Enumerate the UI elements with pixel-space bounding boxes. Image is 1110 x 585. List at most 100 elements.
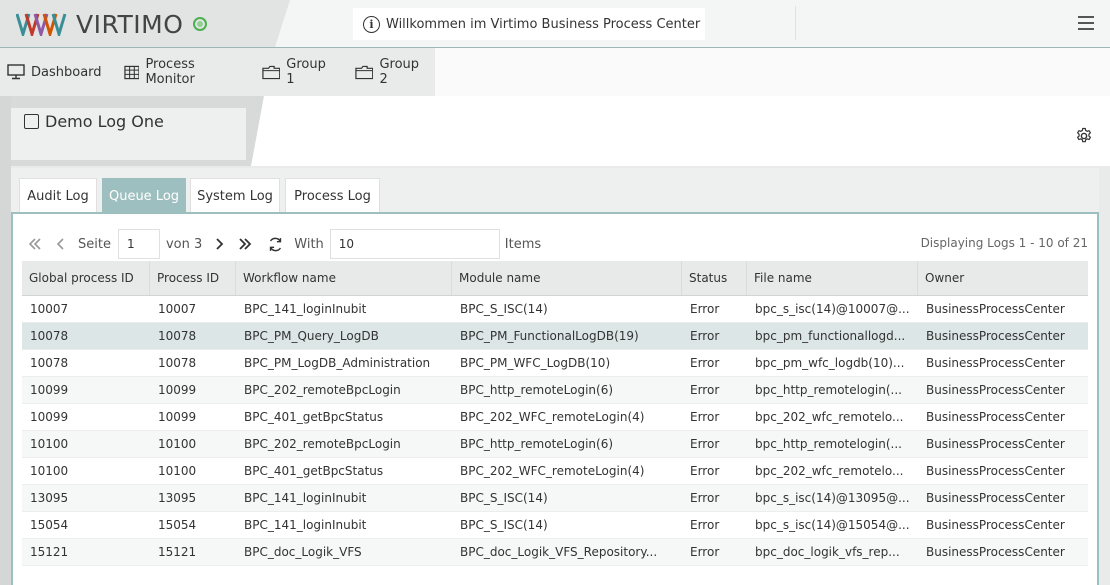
info-icon: i bbox=[363, 15, 380, 33]
column-header[interactable]: File name bbox=[747, 261, 918, 295]
owner-cell: BusinessProcessCenter bbox=[926, 518, 1065, 532]
status-cell: Error bbox=[690, 302, 720, 316]
tab-process-log[interactable]: Process Log bbox=[285, 178, 380, 214]
double-chevron-left-icon bbox=[28, 238, 41, 250]
table-row[interactable]: 10100 10100 BPC_401_getBpcStatus BPC_202_WF… bbox=[22, 458, 1088, 485]
file-name-cell: bpc_s_isc(14)@15054@... bbox=[755, 518, 910, 532]
status-cell: Error bbox=[690, 464, 720, 478]
double-chevron-right-icon bbox=[239, 238, 252, 250]
module-name-cell: BPC_PM_FunctionalLogDB(19) bbox=[460, 329, 639, 343]
owner-cell: BusinessProcessCenter bbox=[926, 383, 1065, 397]
file-name-cell: bpc_pm_wfc_logdb(10)... bbox=[755, 356, 905, 370]
table-row[interactable]: 10100 10100 BPC_202_remoteBpcLogin BPC_http… bbox=[22, 431, 1088, 458]
file-name-cell: bpc_s_isc(14)@10007@... bbox=[755, 302, 910, 316]
module-name-cell: BPC_S_ISC(14) bbox=[460, 491, 548, 505]
column-header[interactable]: Owner bbox=[918, 261, 1088, 295]
owner-cell: BusinessProcessCenter bbox=[926, 302, 1065, 316]
owner-cell: BusinessProcessCenter bbox=[926, 329, 1065, 343]
workflow-name-cell: BPC_202_remoteBpcLogin bbox=[244, 437, 401, 451]
next-page-button[interactable] bbox=[206, 231, 232, 257]
title-bar bbox=[245, 96, 1110, 166]
table-row[interactable]: 13095 13095 BPC_141_loginInubit BPC_S_ISC(1… bbox=[22, 485, 1088, 512]
items-per-page-input[interactable] bbox=[329, 229, 500, 259]
table-row[interactable]: 15054 15054 BPC_141_loginInubit BPC_S_ISC(1… bbox=[22, 512, 1088, 539]
pagination-toolbar: Seite von 3 With Items Displaying Logs 1… bbox=[22, 228, 1088, 260]
tab-audit-log[interactable]: Audit Log bbox=[19, 178, 97, 214]
column-header[interactable]: Global process ID bbox=[22, 261, 150, 295]
nav-item-group-2[interactable]: Group 2 bbox=[348, 48, 435, 96]
table-icon bbox=[123, 65, 140, 79]
with-label: With bbox=[294, 236, 324, 252]
global-process-id-cell: 10078 bbox=[30, 356, 69, 370]
module-name-cell: BPC_http_remoteLogin(6) bbox=[460, 437, 614, 451]
displaying-summary: Displaying Logs 1 - 10 of 21 bbox=[920, 236, 1088, 250]
workflow-name-cell: BPC_401_getBpcStatus bbox=[244, 410, 384, 424]
workflow-name-cell: BPC_141_loginInubit bbox=[244, 302, 367, 316]
file-name-cell: bpc_http_remotelogin(... bbox=[755, 383, 902, 397]
virtimo-logo[interactable]: VIRTIMO bbox=[16, 9, 184, 39]
table-row[interactable]: 10078 10078 BPC_PM_Query_LogDB BPC_PM_Funct… bbox=[22, 323, 1088, 350]
gear-icon[interactable] bbox=[1075, 127, 1093, 145]
process-id-cell: 15121 bbox=[158, 545, 197, 559]
file-name-cell: bpc_s_isc(14)@13095@... bbox=[755, 491, 910, 505]
welcome-banner: i Willkommen im Virtimo Business Process… bbox=[353, 8, 705, 40]
global-process-id-cell: 10100 bbox=[30, 464, 69, 478]
status-cell: Error bbox=[690, 518, 720, 532]
tab-queue-log[interactable]: Queue Log bbox=[102, 178, 186, 214]
folder-icon bbox=[355, 65, 374, 79]
global-process-id-cell: 10099 bbox=[30, 383, 69, 397]
owner-cell: BusinessProcessCenter bbox=[926, 410, 1065, 424]
process-id-cell: 10078 bbox=[158, 356, 197, 370]
table-row[interactable]: 10099 10099 BPC_202_remoteBpcLogin BPC_http… bbox=[22, 377, 1088, 404]
module-name-cell: BPC_S_ISC(14) bbox=[460, 518, 548, 532]
title-checkbox[interactable] bbox=[24, 114, 39, 129]
owner-cell: BusinessProcessCenter bbox=[926, 437, 1065, 451]
brand-name: VIRTIMO bbox=[76, 9, 184, 39]
page-number-input[interactable] bbox=[117, 229, 160, 259]
column-header[interactable]: Module name bbox=[452, 261, 682, 295]
nav-item-group-1[interactable]: Group 1 bbox=[255, 48, 342, 96]
nav-item-dashboard[interactable]: Dashboard bbox=[0, 48, 109, 96]
owner-cell: BusinessProcessCenter bbox=[926, 545, 1065, 559]
workflow-name-cell: BPC_401_getBpcStatus bbox=[244, 464, 384, 478]
module-name-cell: BPC_http_remoteLogin(6) bbox=[460, 383, 614, 397]
column-header[interactable]: Status bbox=[682, 261, 747, 295]
nav-item-process-monitor[interactable]: Process Monitor bbox=[117, 48, 249, 96]
module-name-cell: BPC_PM_WFC_LogDB(10) bbox=[460, 356, 611, 370]
chevron-left-icon bbox=[56, 238, 64, 250]
previous-page-button[interactable] bbox=[48, 231, 74, 257]
hamburger-menu-icon[interactable] bbox=[1078, 16, 1094, 30]
table-header: Global process ID Process ID Workflow na… bbox=[22, 261, 1088, 296]
global-process-id-cell: 15121 bbox=[30, 545, 69, 559]
table-body: 10007 10007 BPC_141_loginInubit BPC_S_ISC(1… bbox=[22, 296, 1088, 566]
first-page-button[interactable] bbox=[22, 231, 48, 257]
page-title: Demo Log One bbox=[24, 112, 164, 131]
table-row[interactable]: 15121 15121 BPC_doc_Logik_VFS BPC_doc_Logik… bbox=[22, 539, 1088, 566]
items-label: Items bbox=[504, 236, 542, 252]
workflow-name-cell: BPC_PM_LogDB_Administration bbox=[244, 356, 431, 370]
table-row[interactable]: 10007 10007 BPC_141_loginInubit BPC_S_ISC(1… bbox=[22, 296, 1088, 323]
status-cell: Error bbox=[690, 383, 720, 397]
status-cell: Error bbox=[690, 491, 720, 505]
table-row[interactable]: 10078 10078 BPC_PM_LogDB_Administration BPC… bbox=[22, 350, 1088, 377]
global-process-id-cell: 10099 bbox=[30, 410, 69, 424]
tab-system-log[interactable]: System Log bbox=[190, 178, 280, 214]
file-name-cell: bpc_202_wfc_remotelo... bbox=[755, 464, 904, 478]
folder-icon bbox=[261, 65, 280, 79]
status-cell: Error bbox=[690, 410, 720, 424]
nav-spacer bbox=[435, 48, 1110, 96]
last-page-button[interactable] bbox=[232, 231, 258, 257]
module-name-cell: BPC_S_ISC(14) bbox=[460, 302, 548, 316]
table-row[interactable]: 10099 10099 BPC_401_getBpcStatus BPC_202_WF… bbox=[22, 404, 1088, 431]
process-id-cell: 10100 bbox=[158, 464, 197, 478]
status-cell: Error bbox=[690, 437, 720, 451]
process-id-cell: 10007 bbox=[158, 302, 197, 316]
refresh-button[interactable] bbox=[262, 231, 288, 257]
module-name-cell: BPC_doc_Logik_VFS_Repository... bbox=[460, 545, 658, 559]
workflow-name-cell: BPC_PM_Query_LogDB bbox=[244, 329, 379, 343]
column-header[interactable]: Process ID bbox=[150, 261, 236, 295]
page-count-label: von 3 bbox=[165, 236, 203, 252]
process-id-cell: 10099 bbox=[158, 410, 197, 424]
owner-cell: BusinessProcessCenter bbox=[926, 464, 1065, 478]
column-header[interactable]: Workflow name bbox=[236, 261, 452, 295]
